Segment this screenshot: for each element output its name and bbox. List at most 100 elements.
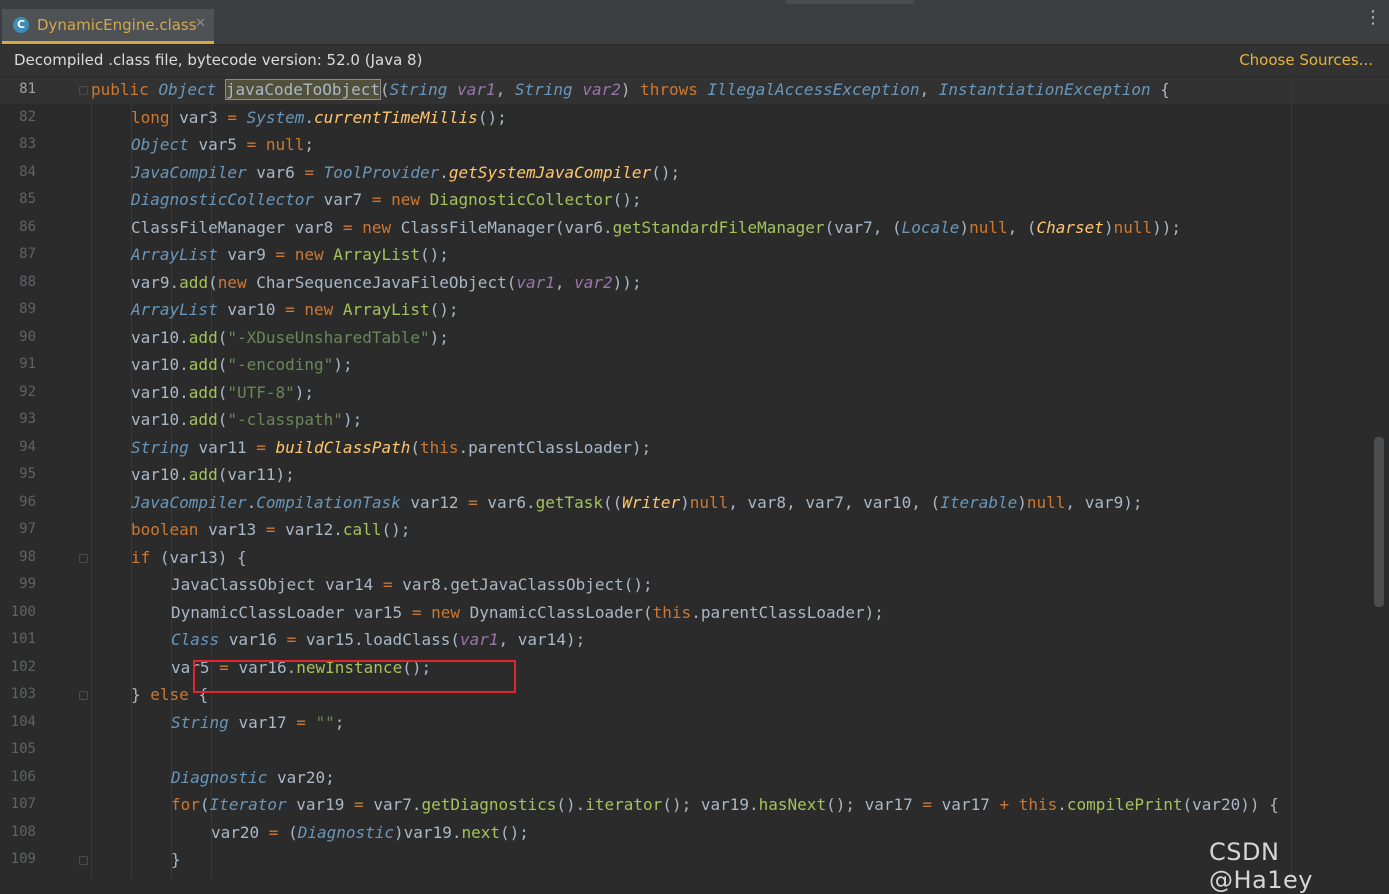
code-line[interactable]: 104 String var17 = ""; [0, 710, 1389, 737]
fold-marker-icon[interactable] [79, 86, 88, 95]
code-token: public [91, 80, 159, 99]
code-token: ArrayList [131, 300, 228, 319]
code-line[interactable]: 98 if (var13) { [0, 545, 1389, 572]
code-text: var20 = (Diagnostic)var19.next(); [211, 822, 529, 844]
close-icon[interactable]: ✕ [195, 16, 206, 31]
code-token: var1 [459, 630, 499, 649]
code-token: var7. [373, 795, 422, 814]
code-token: String [389, 80, 458, 99]
code-token: var10. [131, 327, 189, 347]
line-number: 103 [10, 686, 36, 702]
code-text: var10.add(var11); [131, 464, 295, 486]
code-token: var10. [131, 382, 189, 402]
code-token: InstantiationException [938, 80, 1161, 99]
code-token: var10 [227, 300, 286, 319]
code-token: Object [131, 135, 199, 154]
code-token: next [461, 822, 500, 842]
code-line[interactable]: 86 ClassFileManager var8 = new ClassFileM… [0, 215, 1389, 242]
code-token: if [131, 547, 160, 567]
code-token: null [689, 492, 729, 512]
line-number: 109 [10, 851, 36, 867]
code-line[interactable]: 94 String var11 = buildClassPath(this.par… [0, 435, 1389, 462]
code-token: . [1057, 795, 1067, 814]
choose-sources-link[interactable]: Choose Sources... [1239, 51, 1373, 69]
code-editor[interactable]: 81 public Object javaCodeToObject(String … [0, 77, 1389, 879]
code-line[interactable]: 88 var9.add(new CharSequenceJavaFileObjec… [0, 270, 1389, 297]
code-token: + this [999, 795, 1058, 814]
code-line[interactable]: 82 long var3 = System.currentTimeMillis()… [0, 105, 1389, 132]
code-line[interactable]: 108 var20 = (Diagnostic)var19.next(); [0, 820, 1389, 847]
code-text: Diagnostic var20; [171, 767, 335, 789]
code-line[interactable]: 92 var10.add("UTF-8"); [0, 380, 1389, 407]
code-token: new [217, 272, 257, 292]
code-token: = [922, 795, 942, 814]
code-token: , [554, 272, 575, 292]
code-token: ); [429, 327, 449, 347]
code-line[interactable]: 105 [0, 737, 1389, 764]
code-line[interactable]: 95 var10.add(var11); [0, 462, 1389, 489]
code-token: "-classpath" [227, 410, 343, 429]
line-number: 82 [19, 108, 36, 125]
code-line[interactable]: 91 var10.add("-encoding"); [0, 352, 1389, 379]
code-line[interactable]: 107 for(Iterator var19 = var7.getDiagnost… [0, 792, 1389, 819]
code-token: var1 [516, 272, 555, 292]
code-token: .parentClassLoader); [691, 602, 884, 622]
code-line[interactable]: 84 JavaCompiler var6 = ToolProvider.getSy… [0, 160, 1389, 187]
code-token: )); [1152, 217, 1182, 237]
code-token: Charset [1036, 217, 1104, 237]
code-line[interactable]: 101 Class var16 = var15.loadClass(var1, v… [0, 627, 1389, 654]
code-token: ( [217, 382, 228, 402]
line-number: 106 [10, 768, 36, 785]
code-text: long var3 = System.currentTimeMillis(); [131, 107, 507, 129]
fold-marker-icon[interactable] [79, 553, 88, 563]
code-token: Diagnostic [171, 767, 277, 787]
code-text: String var11 = buildClassPath(this.paren… [131, 437, 651, 459]
code-text: DiagnosticCollector var7 = new Diagnosti… [131, 189, 642, 211]
code-token: var7 [323, 190, 372, 209]
line-number: 86 [19, 218, 36, 235]
code-token: null [1026, 492, 1066, 512]
code-text: ArrayList var10 = new ArrayList(); [131, 299, 459, 321]
code-line[interactable]: 97 boolean var13 = var12.call(); [0, 517, 1389, 544]
code-token: CompilationTask [256, 492, 411, 512]
code-line[interactable]: 99 JavaClassObject var14 = var8.getJavaCl… [0, 572, 1389, 599]
code-line[interactable]: 87 ArrayList var9 = new ArrayList(); [0, 242, 1389, 269]
code-token: var16 [228, 630, 287, 649]
code-token: JavaClassObject var14 [171, 575, 383, 594]
line-number: 84 [19, 163, 36, 180]
code-token: = [296, 712, 316, 732]
code-line[interactable]: 106 Diagnostic var20; [0, 765, 1389, 792]
code-token: String [171, 712, 239, 732]
more-options-icon[interactable]: ⋮ [1364, 9, 1382, 36]
code-token: DiagnosticCollector [429, 190, 613, 209]
fold-marker-icon[interactable] [79, 691, 88, 700]
code-text: Class var16 = var15.loadClass(var1, var1… [171, 629, 585, 651]
vertical-scrollbar[interactable] [1374, 437, 1384, 607]
code-token: (); var19. [662, 795, 759, 814]
code-token: = [265, 520, 286, 539]
code-token: var12. [285, 520, 343, 539]
tab-strip-indicator [786, 0, 914, 4]
code-line[interactable]: 90 var10.add("-XDuseUnsharedTable"); [0, 325, 1389, 352]
code-line[interactable]: 89 ArrayList var10 = new ArrayList(); [0, 297, 1389, 324]
tab-dynamic-engine-class[interactable]: C DynamicEngine.class ✕ [2, 9, 214, 44]
fold-marker-icon[interactable] [79, 856, 88, 865]
code-line[interactable]: 109} [0, 847, 1389, 874]
code-token: ); [294, 382, 315, 402]
highlight-annotation-box [193, 660, 516, 693]
code-line[interactable]: 81 public Object javaCodeToObject(String … [0, 77, 1389, 104]
code-line[interactable]: 100 DynamicClassLoader var15 = new Dynami… [0, 600, 1389, 627]
code-line[interactable]: 96 JavaCompiler.CompilationTask var12 = v… [0, 490, 1389, 517]
code-token: var17 [941, 795, 1000, 814]
code-text: DynamicClassLoader var15 = new DynamicCl… [171, 602, 884, 624]
code-line[interactable]: 85 DiagnosticCollector var7 = new Diagnos… [0, 187, 1389, 214]
code-line[interactable]: 83 Object var5 = null; [0, 132, 1389, 159]
code-token: getDiagnostics [421, 795, 557, 814]
code-token: add [188, 355, 218, 374]
code-token: add [188, 327, 218, 347]
code-text: var10.add("-classpath"); [131, 409, 362, 431]
code-line[interactable]: 93 var10.add("-classpath"); [0, 407, 1389, 434]
line-number: 95 [19, 466, 36, 482]
code-text: public Object javaCodeToObject(String va… [91, 79, 1170, 101]
line-number: 91 [19, 356, 36, 372]
